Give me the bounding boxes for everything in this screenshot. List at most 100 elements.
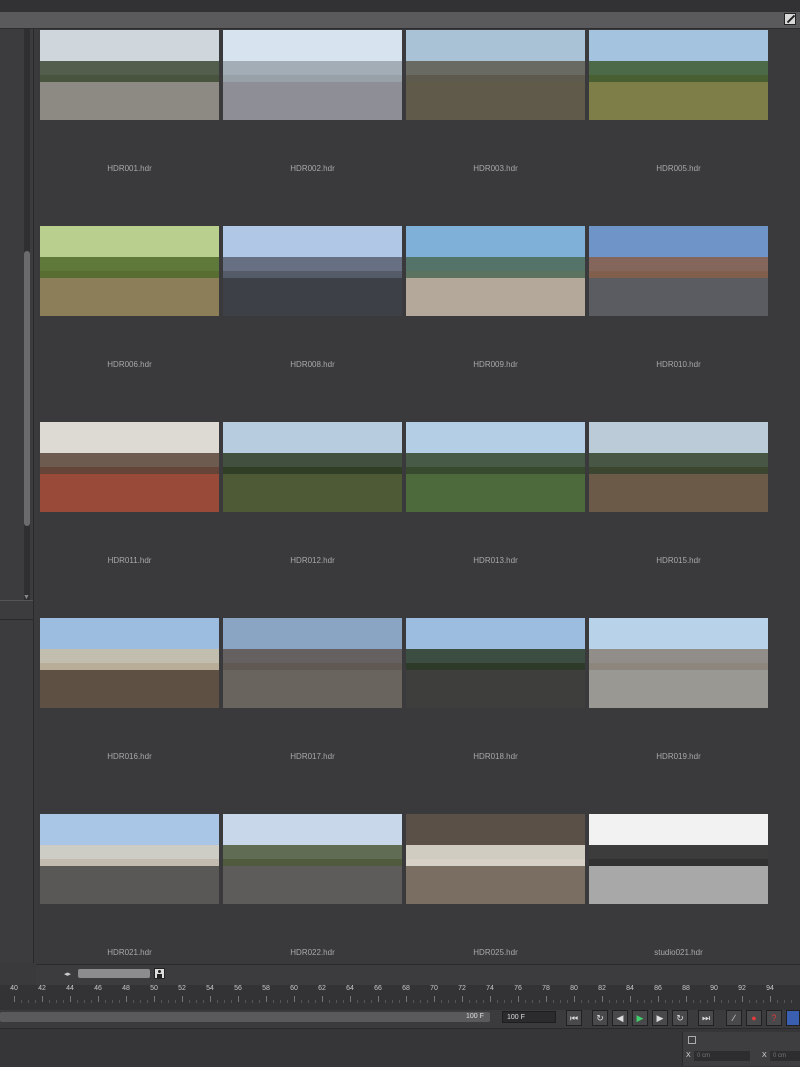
ruler-minor-tick	[504, 1000, 505, 1003]
ruler-minor-tick	[651, 1000, 652, 1003]
ruler-minor-tick	[273, 1000, 274, 1003]
hdr-preview-image[interactable]	[223, 422, 402, 512]
hdr-preview-image[interactable]	[40, 30, 219, 120]
ruler-frame-label: 40	[10, 985, 18, 992]
hdr-filename: HDR019.hdr	[656, 752, 701, 761]
ruler-minor-tick	[448, 1000, 449, 1003]
ruler-minor-tick	[420, 1000, 421, 1003]
ruler-minor-tick	[413, 1000, 414, 1003]
ruler-minor-tick	[175, 1000, 176, 1003]
grid-icon[interactable]	[688, 1036, 696, 1044]
x-size-label: X	[762, 1052, 767, 1059]
ruler-minor-tick	[693, 1000, 694, 1003]
hdr-preview-image[interactable]	[40, 814, 219, 904]
hdr-preview-image[interactable]	[223, 30, 402, 120]
hdr-preview-image[interactable]	[40, 226, 219, 316]
ruler-minor-tick	[336, 1000, 337, 1003]
hdr-preview-image[interactable]	[406, 618, 585, 708]
ruler-minor-tick	[84, 1000, 85, 1003]
ruler-frame-label: 70	[430, 985, 438, 992]
ruler-tick	[210, 996, 211, 1002]
step-forward-button[interactable]: ▶	[652, 1010, 668, 1026]
ruler-tick	[546, 996, 547, 1002]
ruler-minor-tick	[777, 1000, 778, 1003]
ruler-frame-label: 42	[38, 985, 46, 992]
step-back-button[interactable]: ◀	[612, 1010, 628, 1026]
hdr-preview-image[interactable]	[40, 422, 219, 512]
hdr-preview-image[interactable]	[589, 422, 768, 512]
hdr-preview-image[interactable]	[406, 422, 585, 512]
ruler-minor-tick	[588, 1000, 589, 1003]
ruler-minor-tick	[728, 1000, 729, 1003]
status-row	[0, 1028, 800, 1067]
ruler-frame-label: 90	[710, 985, 718, 992]
left-scrollbar-thumb[interactable]	[24, 251, 30, 526]
ruler-minor-tick	[301, 1000, 302, 1003]
ruler-minor-tick	[287, 1000, 288, 1003]
ruler-tick	[14, 996, 15, 1002]
end-frame-field[interactable]: 100 F	[502, 1011, 556, 1023]
top-bar	[0, 0, 800, 12]
go-to-end-button[interactable]: ⏭	[698, 1010, 714, 1026]
hdr-preview-image[interactable]	[40, 618, 219, 708]
frame-range-slider[interactable]	[0, 1012, 490, 1022]
mode-button[interactable]	[786, 1010, 800, 1026]
hdr-filename: HDR011.hdr	[107, 556, 152, 565]
x-position-field[interactable]: 0 cm	[694, 1051, 750, 1061]
person-icon[interactable]	[154, 968, 165, 979]
ruler-minor-tick	[364, 1000, 365, 1003]
ruler-minor-tick	[161, 1000, 162, 1003]
hdr-filename: HDR012.hdr	[290, 556, 335, 565]
zoom-slider[interactable]	[78, 969, 150, 978]
hdr-preview-image[interactable]	[589, 226, 768, 316]
help-button[interactable]: ?	[766, 1010, 782, 1026]
hdr-filename: HDR022.hdr	[290, 948, 335, 957]
ruler-frame-label: 92	[738, 985, 746, 992]
hdr-preview-image[interactable]	[406, 226, 585, 316]
hdr-preview-image[interactable]	[406, 30, 585, 120]
ruler-frame-label: 84	[626, 985, 634, 992]
ruler-tick	[434, 996, 435, 1002]
x-label: X	[686, 1052, 691, 1059]
ruler-minor-tick	[196, 1000, 197, 1003]
ruler-minor-tick	[217, 1000, 218, 1003]
x-size-field[interactable]: 0 cm	[770, 1051, 800, 1061]
hdr-preview-image[interactable]	[589, 618, 768, 708]
ruler-frame-label: 50	[150, 985, 158, 992]
ruler-minor-tick	[525, 1000, 526, 1003]
hdr-preview-image[interactable]	[589, 30, 768, 120]
ruler-frame-label: 54	[206, 985, 214, 992]
hdr-preview-image[interactable]	[589, 814, 768, 904]
scroll-arrows-icon[interactable]: ◂▸	[64, 970, 71, 978]
hdr-filename: HDR001.hdr	[107, 164, 152, 173]
record-button[interactable]: ●	[746, 1010, 762, 1026]
expand-icon[interactable]	[784, 13, 796, 25]
ruler-minor-tick	[203, 1000, 204, 1003]
ruler-minor-tick	[56, 1000, 57, 1003]
ruler-minor-tick	[63, 1000, 64, 1003]
go-to-start-button[interactable]: ⏮	[566, 1010, 582, 1026]
loop-button[interactable]: ↻	[592, 1010, 608, 1026]
ruler-minor-tick	[469, 1000, 470, 1003]
hdr-preview-image[interactable]	[223, 814, 402, 904]
timeline-ruler[interactable]: 40 42 44 46 48 50 52 54 56 58 60 62 64 66 68 70 72 74 76 78…	[0, 985, 800, 1010]
loop-back-button[interactable]: ↻	[672, 1010, 688, 1026]
ruler-tick	[462, 996, 463, 1002]
ruler-frame-label: 62	[318, 985, 326, 992]
ruler-frame-label: 66	[374, 985, 382, 992]
ruler-frame-label: 48	[122, 985, 130, 992]
play-button[interactable]: ▶	[632, 1010, 648, 1026]
ruler-minor-tick	[112, 1000, 113, 1003]
ruler-frame-label: 52	[178, 985, 186, 992]
ruler-frame-label: 82	[598, 985, 606, 992]
hdr-preview-image[interactable]	[223, 226, 402, 316]
ruler-tick	[378, 996, 379, 1002]
hdr-preview-image[interactable]	[406, 814, 585, 904]
hdr-preview-image[interactable]	[223, 618, 402, 708]
ruler-minor-tick	[637, 1000, 638, 1003]
keyframe-button[interactable]: ∕	[726, 1010, 742, 1026]
hdr-filename: HDR025.hdr	[473, 948, 518, 957]
ruler-minor-tick	[308, 1000, 309, 1003]
hdr-filename: HDR006.hdr	[107, 360, 152, 369]
ruler-minor-tick	[560, 1000, 561, 1003]
